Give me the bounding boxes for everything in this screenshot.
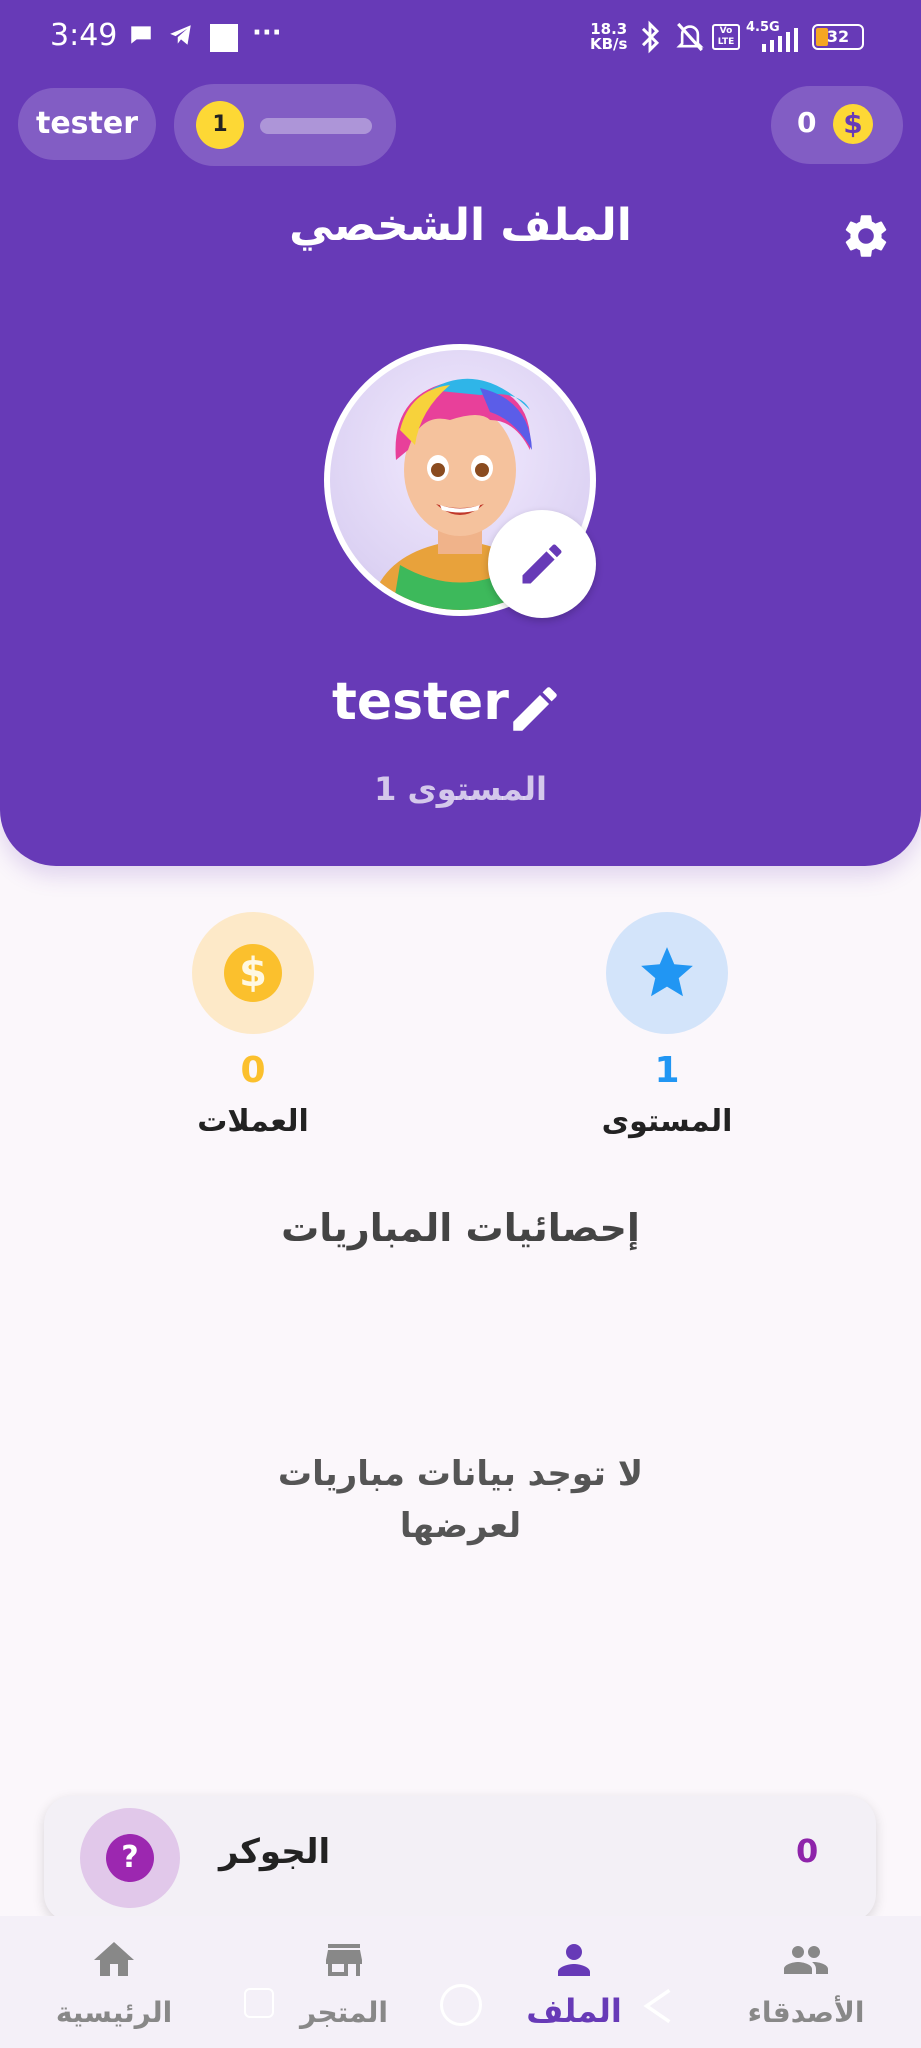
nav-profile[interactable]: الملف <box>474 1916 674 2048</box>
pencil-icon <box>522 544 562 584</box>
coins-stat-circle: $ <box>192 912 314 1034</box>
xp-progress-bar <box>260 118 372 134</box>
coins-stat-label: العملات <box>197 1104 309 1139</box>
battery-icon: 32 <box>812 24 864 50</box>
edit-avatar-button[interactable] <box>488 510 596 618</box>
profile-username: tester <box>332 672 509 732</box>
battery-level: 32 <box>826 27 850 46</box>
nav-store-label: المتجر <box>300 1996 388 2029</box>
profile-level-label: المستوى 1 <box>374 770 547 808</box>
coin-icon: $ <box>833 104 873 144</box>
back-system-button[interactable] <box>640 1986 676 2026</box>
person-icon <box>558 1944 590 1976</box>
user-chip[interactable]: tester <box>18 88 156 160</box>
status-bar: 3:49 ··· 18.3 KB/s Vo LTE 4.5G 32 <box>0 0 921 80</box>
coins-stat-value: 0 <box>240 1050 266 1091</box>
match-stats-empty-message: لا توجد بيانات مباريات لعرضها <box>277 1454 644 1546</box>
coin-icon: $ <box>224 944 282 1002</box>
network-speed: 18.3 KB/s <box>590 20 628 53</box>
coins-chip[interactable]: 0 $ <box>771 86 903 164</box>
match-stats-title: إحصائيات المباريات <box>281 1206 640 1250</box>
chat-notification-icon <box>131 26 151 44</box>
recent-apps-button[interactable] <box>244 1988 274 2018</box>
nav-friends[interactable]: الأصدقاء <box>706 1916 906 2048</box>
nav-store[interactable]: المتجر <box>244 1916 444 2048</box>
clock: 3:49 <box>50 18 118 53</box>
signal-icon <box>762 28 798 52</box>
profile-header: 3:49 ··· 18.3 KB/s Vo LTE 4.5G 32 tester… <box>0 0 921 866</box>
nav-friends-label: الأصدقاء <box>747 1996 865 2029</box>
joker-card[interactable]: 0 الجوكر ? <box>44 1796 876 1922</box>
settings-gear-icon[interactable] <box>840 210 892 262</box>
home-icon <box>94 1942 134 1976</box>
people-icon <box>784 1946 828 1974</box>
user-chip-name: tester <box>35 106 139 141</box>
nav-home-label: الرئيسية <box>55 1996 173 2029</box>
edit-name-icon[interactable] <box>506 680 564 738</box>
question-mark-icon: ? <box>106 1834 154 1882</box>
page-title: الملف الشخصي <box>289 200 632 251</box>
bottom-navigation: الرئيسية المتجر الملف الأصدقاء <box>0 1916 921 2048</box>
joker-name: الجوكر <box>219 1832 331 1872</box>
joker-count: 0 <box>796 1832 819 1870</box>
telegram-icon <box>170 25 191 45</box>
volte-icon: Vo LTE <box>712 24 740 50</box>
app-notification-icon <box>210 24 238 52</box>
level-chip[interactable]: 1 <box>174 84 396 166</box>
home-system-button[interactable] <box>440 1984 482 2026</box>
level-badge: 1 <box>196 101 244 149</box>
level-stat-circle <box>606 912 728 1034</box>
bell-muted-icon <box>676 22 704 52</box>
nav-home[interactable]: الرئيسية <box>14 1916 214 2048</box>
more-notifications-icon: ··· <box>252 18 282 48</box>
bluetooth-icon <box>641 20 660 54</box>
coins-chip-count: 0 <box>797 106 817 139</box>
store-icon <box>326 1944 362 1976</box>
star-icon <box>641 947 693 997</box>
level-stat-label: المستوى <box>601 1104 733 1139</box>
level-stat-value: 1 <box>654 1050 680 1091</box>
joker-icon-background: ? <box>80 1808 180 1908</box>
